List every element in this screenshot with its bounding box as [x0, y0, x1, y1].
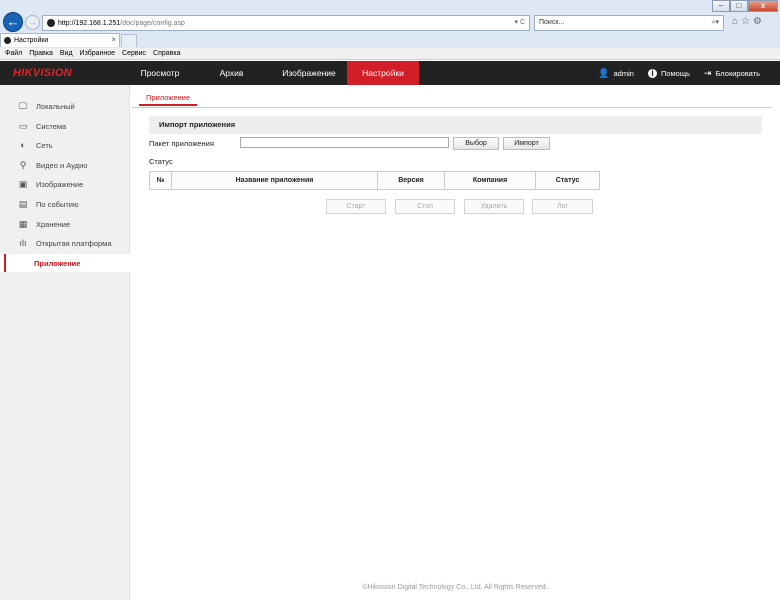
sidebar-item-label: Изображение: [36, 179, 84, 189]
help-label: Помощь: [660, 68, 690, 78]
import-button[interactable]: Импорт: [503, 137, 550, 150]
url-host: http://192.168.1.251: [58, 19, 121, 27]
logout-link[interactable]: ⇥ Блокировать: [704, 68, 760, 79]
sidebar-item-label: Приложение: [34, 258, 81, 268]
calendar-icon: ▤: [18, 198, 28, 209]
section-title: Импорт приложения: [149, 116, 762, 134]
stop-button[interactable]: Стоп: [395, 199, 455, 214]
user-menu[interactable]: 👤 admin: [598, 68, 634, 79]
menu-favorites[interactable]: Избранное: [80, 50, 115, 57]
nav-configuration[interactable]: Настройки: [347, 61, 419, 85]
application-table: № Название приложения Версия Компания Ст…: [149, 171, 600, 190]
sidebar-item-label: Сеть: [36, 140, 53, 150]
sidebar-item-label: Видео и Аудио: [36, 160, 88, 170]
help-link[interactable]: i Помощь: [647, 68, 690, 78]
column-header-version: Версия: [378, 172, 445, 189]
sidebar-item-storage[interactable]: ▦ Хранение: [0, 215, 130, 233]
package-label: Пакет приложения: [149, 139, 214, 148]
delete-button[interactable]: Удалить: [464, 199, 524, 214]
info-icon: i: [647, 68, 657, 78]
tab-favicon-icon: [4, 37, 11, 44]
sidebar-item-label: Открытая платформа: [36, 238, 112, 248]
sidebar-item-system[interactable]: ▭ Система: [0, 117, 130, 135]
sidebar: 🖵 Локальный ▭ Система ◐ Сеть ⚲ Видео и А…: [0, 85, 130, 600]
status-label: Статус: [149, 157, 173, 166]
menu-help[interactable]: Справка: [153, 50, 180, 57]
tab-title: Настройки: [14, 37, 49, 44]
globe-icon: ◐: [20, 140, 26, 150]
browser-menu-bar: Файл Правка Вид Избранное Сервис Справка: [0, 48, 780, 60]
package-path-input[interactable]: [240, 137, 449, 148]
refresh-icon[interactable]: ▾ C: [514, 18, 525, 26]
back-arrow-icon[interactable]: ←: [3, 12, 23, 32]
chart-icon: ılı: [19, 238, 27, 248]
forward-arrow-icon[interactable]: →: [25, 15, 40, 30]
column-header-status: Статус: [555, 177, 580, 184]
browser-chrome: – □ x ← → http://192.168.1.251 /doc/page…: [0, 0, 780, 48]
sidebar-item-video-audio[interactable]: ⚲ Видео и Аудио: [0, 156, 130, 174]
username: admin: [613, 68, 634, 78]
tab-application[interactable]: Приложение: [139, 92, 197, 106]
address-bar[interactable]: http://192.168.1.251 /doc/page/config.as…: [42, 15, 530, 31]
sidebar-item-label: Хранение: [36, 219, 71, 229]
sidebar-item-label: Локальный: [36, 101, 75, 111]
browser-tab[interactable]: Настройки ×: [0, 33, 120, 47]
site-favicon-icon: [47, 19, 55, 27]
column-header-number: №: [150, 172, 172, 189]
sidebar-item-network[interactable]: ◐ Сеть: [0, 136, 130, 154]
sidebar-item-image[interactable]: ▣ Изображение: [0, 175, 130, 193]
menu-view[interactable]: Вид: [60, 50, 73, 57]
logout-label: Блокировать: [715, 68, 760, 78]
new-tab-button[interactable]: [121, 34, 137, 47]
browser-search-input[interactable]: Поиск... ⌕▾: [534, 15, 724, 31]
column-header-company: Компания: [445, 172, 536, 189]
sidebar-item-label: Система: [36, 121, 67, 131]
monitor-icon: 🖵: [18, 100, 28, 111]
main-nav: Просмотр Архив Изображение Настройки: [128, 61, 419, 85]
system-icon: ▭: [18, 120, 28, 131]
nav-picture[interactable]: Изображение: [271, 61, 347, 85]
logout-icon: ⇥: [703, 67, 712, 78]
tab-close-icon[interactable]: ×: [111, 35, 116, 44]
menu-file[interactable]: Файл: [5, 50, 22, 57]
home-favorites-settings-icons[interactable]: ⌂☆⚙: [732, 16, 765, 27]
nav-live-view[interactable]: Просмотр: [128, 61, 192, 85]
footer-copyright: ©Hikvision Digital Technology Co., Ltd. …: [362, 584, 548, 591]
close-window-button[interactable]: x: [748, 0, 778, 12]
storage-icon: ▦: [18, 218, 28, 229]
sidebar-item-label: По событию: [36, 199, 79, 209]
app-header: HIKVISION Просмотр Архив Изображение Нас…: [0, 61, 780, 85]
microphone-icon: ⚲: [19, 159, 27, 170]
maximize-button[interactable]: □: [730, 0, 748, 12]
hikvision-logo: HIKVISION: [13, 67, 72, 79]
tab-divider: [132, 107, 772, 108]
menu-tools[interactable]: Сервис: [122, 50, 146, 57]
start-button[interactable]: Старт: [326, 199, 386, 214]
log-button[interactable]: Лог: [532, 199, 593, 214]
url-path: /doc/page/config.asp: [120, 19, 185, 27]
search-icon[interactable]: ⌕▾: [712, 16, 719, 30]
column-header-app-name: Название приложения: [172, 172, 378, 189]
image-icon: ▣: [18, 178, 28, 189]
menu-edit[interactable]: Правка: [29, 50, 53, 57]
minimize-button[interactable]: –: [712, 0, 730, 12]
person-icon: 👤: [598, 67, 610, 78]
sidebar-item-open-platform[interactable]: ılı Открытая платформа: [0, 234, 130, 252]
window-controls: – □ x: [712, 0, 778, 12]
sidebar-item-application[interactable]: Приложение: [0, 254, 130, 272]
browse-button[interactable]: Выбор: [453, 137, 499, 150]
sidebar-item-event[interactable]: ▤ По событию: [0, 195, 130, 213]
sidebar-item-local[interactable]: 🖵 Локальный: [0, 97, 130, 115]
search-placeholder: Поиск...: [539, 19, 565, 26]
header-user-area: 👤 admin i Помощь ⇥ Блокировать: [584, 61, 760, 85]
nav-playback[interactable]: Архив: [192, 61, 271, 85]
